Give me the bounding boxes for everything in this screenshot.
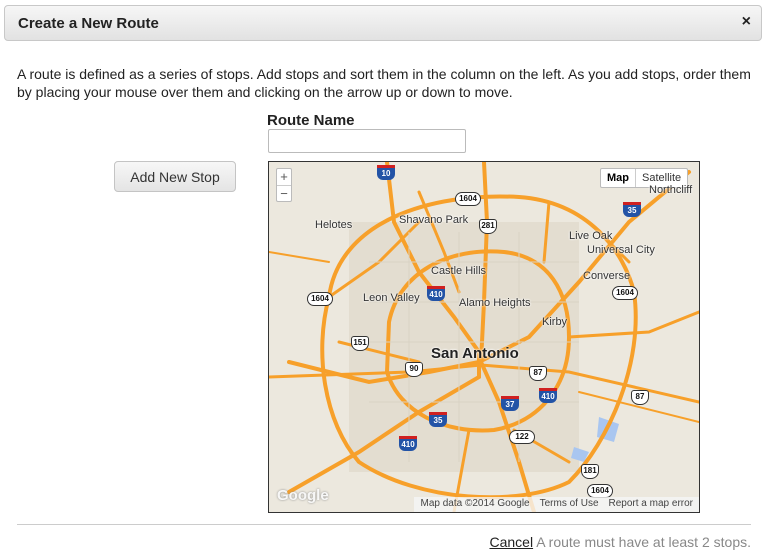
zoom-in-button[interactable]: + <box>277 169 291 185</box>
map-attribution: Map data ©2014 Google Terms of Use Repor… <box>414 497 699 512</box>
highway-shield: 151 <box>351 336 369 351</box>
dialog-titlebar: Create a New Route × <box>4 5 762 41</box>
place-label: Converse <box>583 270 631 282</box>
place-label: Alamo Heights <box>459 297 531 309</box>
place-label: Northcliff <box>649 184 693 196</box>
terms-link[interactable]: Terms of Use <box>540 498 599 511</box>
cancel-link[interactable]: Cancel <box>489 534 533 550</box>
highway-shield: 37 <box>501 396 519 411</box>
zoom-control: + − <box>276 168 292 202</box>
google-logo: Google <box>277 487 329 504</box>
place-label: Live Oak <box>569 230 613 242</box>
highway-shield: 410 <box>539 388 557 403</box>
highway-shield: 87 <box>631 390 649 405</box>
place-label: Universal City <box>587 244 655 256</box>
route-name-label: Route Name <box>267 112 355 129</box>
place-label: Shavano Park <box>399 214 469 226</box>
validation-message: A route must have at least 2 stops. <box>536 534 751 550</box>
footer-divider <box>17 524 751 525</box>
highway-shield: 281 <box>479 219 497 234</box>
place-label: Castle Hills <box>431 265 487 277</box>
highway-shield: 1604 <box>455 192 481 206</box>
create-route-dialog: Create a New Route × A route is defined … <box>0 0 768 559</box>
highway-shield: 410 <box>399 436 417 451</box>
highway-shield: 181 <box>581 464 599 479</box>
highway-shield: 90 <box>405 362 423 377</box>
highway-shield: 1604 <box>612 286 638 300</box>
route-name-input[interactable] <box>268 129 466 153</box>
place-label: Kirby <box>542 316 568 328</box>
highway-shield: 1604 <box>307 292 333 306</box>
dialog-description: A route is defined as a series of stops.… <box>17 66 751 100</box>
route-map[interactable]: + − Map Satellite Northcliff Shavano Par… <box>268 161 700 513</box>
close-icon[interactable]: × <box>742 13 751 31</box>
highway-shield: 410 <box>427 286 445 301</box>
place-label: Leon Valley <box>363 292 420 304</box>
map-type-map-button[interactable]: Map <box>601 169 635 187</box>
zoom-out-button[interactable]: − <box>277 186 291 202</box>
map-data-credit: Map data ©2014 Google <box>420 498 530 509</box>
add-new-stop-button[interactable]: Add New Stop <box>114 161 236 192</box>
dialog-footer: Cancel A route must have at least 2 stop… <box>489 534 751 550</box>
highway-shield: 35 <box>429 412 447 427</box>
highway-shield: 122 <box>509 430 535 444</box>
highway-shield: 10 <box>377 165 395 180</box>
place-label: San Antonio <box>431 345 519 362</box>
dialog-title: Create a New Route <box>18 15 159 32</box>
report-error-link[interactable]: Report a map error <box>609 498 693 511</box>
highway-shield: 35 <box>623 202 641 217</box>
highway-shield: 1604 <box>587 484 613 498</box>
highway-shield: 87 <box>529 366 547 381</box>
place-label: Helotes <box>315 219 353 231</box>
